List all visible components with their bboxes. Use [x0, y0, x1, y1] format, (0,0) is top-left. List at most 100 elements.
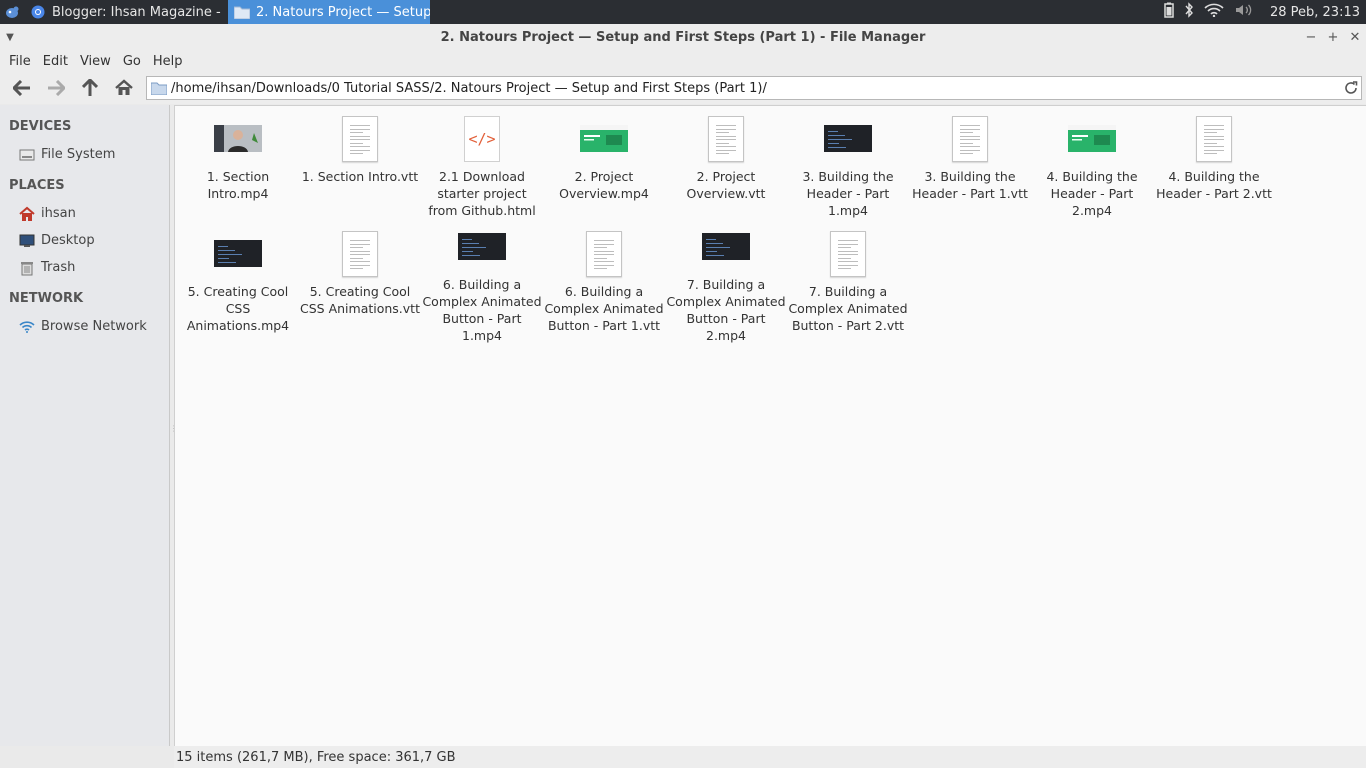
status-text: 15 items (261,7 MB), Free space: 361,7 G…	[176, 749, 456, 765]
file-item[interactable]: 7. Building a Complex Animated Button - …	[787, 229, 909, 344]
taskbar-item-file-manager[interactable]: 2. Natours Project — Setup a...	[228, 0, 430, 24]
drive-icon	[18, 147, 36, 163]
volume-icon[interactable]	[1234, 3, 1254, 21]
status-bar: 15 items (261,7 MB), Free space: 361,7 G…	[174, 746, 1366, 768]
reload-icon[interactable]	[1341, 78, 1361, 98]
file-view[interactable]: 1. Section Intro.mp4 1. Section Intro.vtt…	[174, 105, 1366, 746]
sidebar-heading-network: NETWORK	[9, 290, 84, 306]
top-panel: Blogger: Ihsan Magazine - E... 2. Natour…	[0, 0, 1366, 24]
file-grid: 1. Section Intro.mp4 1. Section Intro.vtt…	[177, 114, 1277, 344]
location-bar[interactable]	[146, 76, 1362, 100]
up-button[interactable]	[74, 74, 106, 102]
file-name: 4. Building the Header - Part 2.vtt	[1156, 169, 1272, 201]
file-item[interactable]: 5. Creating Cool CSS Animations.mp4	[177, 229, 299, 344]
file-name: 5. Creating Cool CSS Animations.mp4	[186, 284, 290, 333]
file-name: 1. Section Intro.mp4	[206, 169, 270, 201]
sidebar-item-label: File System	[41, 147, 116, 162]
sidebar-item-label: Browse Network	[41, 319, 147, 334]
text-file-icon	[342, 114, 378, 162]
file-name: 2.1 Download starter project from Github…	[428, 169, 536, 218]
battery-icon[interactable]	[1164, 2, 1174, 22]
folder-location-icon	[151, 82, 167, 95]
file-name: 2. Project Overview.mp4	[559, 169, 649, 201]
bluetooth-icon[interactable]	[1184, 2, 1194, 22]
sidebar-item-label: Trash	[41, 260, 76, 275]
file-name: 6. Building a Complex Animated Button - …	[544, 284, 664, 333]
system-tray: 28 Peb, 23:13	[1164, 0, 1366, 24]
taskbar-item-label: Blogger: Ihsan Magazine - E...	[52, 4, 226, 20]
minimize-button[interactable]: −	[1302, 26, 1320, 48]
xfce-mouse-icon	[6, 6, 19, 18]
text-file-icon	[952, 114, 988, 162]
file-item[interactable]: 7. Building a Complex Animated Button - …	[665, 229, 787, 344]
file-item[interactable]: 2. Project Overview.mp4	[543, 114, 665, 229]
video-thumbnail-icon	[824, 114, 872, 162]
desktop-icon	[18, 233, 36, 249]
file-name: 5. Creating Cool CSS Animations.vtt	[300, 284, 420, 316]
menu-file[interactable]: File	[3, 54, 37, 69]
app-menu-button[interactable]	[0, 0, 24, 24]
menu-help[interactable]: Help	[147, 54, 189, 69]
file-item[interactable]: 1. Section Intro.vtt	[299, 114, 421, 229]
arrow-right-icon	[48, 80, 65, 96]
window-titlebar[interactable]: ▼ 2. Natours Project — Setup and First S…	[0, 24, 1366, 50]
menu-go[interactable]: Go	[117, 54, 147, 69]
maximize-button[interactable]: +	[1324, 26, 1342, 48]
trash-icon	[18, 260, 36, 276]
window-title: 2. Natours Project — Setup and First Ste…	[440, 29, 926, 45]
folder-icon	[234, 4, 250, 20]
menu-view[interactable]: View	[74, 54, 117, 69]
back-button[interactable]	[6, 74, 38, 102]
wifi-icon	[18, 319, 36, 335]
wifi-tray-icon[interactable]	[1204, 3, 1224, 21]
sidebar-heading-devices: DEVICES	[9, 118, 72, 134]
file-item[interactable]: 6. Building a Complex Animated Button - …	[543, 229, 665, 344]
file-name: 3. Building the Header - Part 1.vtt	[912, 169, 1028, 201]
file-item[interactable]: 3. Building the Header - Part 1.vtt	[909, 114, 1031, 229]
file-item[interactable]: 5. Creating Cool CSS Animations.vtt	[299, 229, 421, 344]
text-file-icon	[586, 229, 622, 277]
sidebar-item-trash[interactable]: Trash	[0, 254, 169, 281]
file-item[interactable]: 2. Project Overview.vtt	[665, 114, 787, 229]
close-button[interactable]: ✕	[1346, 26, 1364, 48]
home-icon	[18, 206, 36, 222]
file-name: 6. Building a Complex Animated Button - …	[422, 277, 542, 343]
file-item[interactable]: </> 2.1 Download starter project from Git…	[421, 114, 543, 229]
taskbar-item-label: 2. Natours Project — Setup a...	[256, 4, 430, 20]
arrow-up-icon	[82, 79, 98, 96]
file-name: 1. Section Intro.vtt	[301, 169, 419, 184]
menu-edit[interactable]: Edit	[37, 54, 74, 69]
text-file-icon	[342, 229, 378, 277]
file-name: 3. Building the Header - Part 1.mp4	[802, 169, 894, 218]
chrome-icon	[30, 4, 46, 20]
home-toolbar-icon	[115, 79, 133, 95]
taskbar-item-browser[interactable]: Blogger: Ihsan Magazine - E...	[24, 0, 226, 24]
arrow-left-icon	[13, 80, 30, 96]
video-thumbnail-icon	[458, 229, 506, 270]
video-thumbnail-icon	[214, 229, 262, 277]
video-thumbnail-icon	[580, 114, 628, 162]
clock[interactable]: 28 Peb, 23:13	[1270, 5, 1360, 20]
file-item[interactable]: 4. Building the Header - Part 2.vtt	[1153, 114, 1275, 229]
sidebar-item-browse-network[interactable]: Browse Network	[0, 313, 169, 340]
home-button[interactable]	[108, 74, 140, 102]
sidebar-item-label: Desktop	[41, 233, 95, 248]
sidebar: DEVICES File System PLACES ihsan Desktop	[0, 105, 170, 746]
file-item[interactable]: 1. Section Intro.mp4	[177, 114, 299, 229]
window-menu-button[interactable]: ▼	[0, 24, 20, 50]
file-item[interactable]: 6. Building a Complex Animated Button - …	[421, 229, 543, 344]
sidebar-item-ihsan[interactable]: ihsan	[0, 200, 169, 227]
location-input[interactable]	[171, 80, 1341, 96]
file-item[interactable]: 4. Building the Header - Part 2.mp4	[1031, 114, 1153, 229]
toolbar	[0, 72, 1366, 104]
sidebar-item-desktop[interactable]: Desktop	[0, 227, 169, 254]
video-thumbnail-icon	[702, 229, 750, 270]
text-file-icon	[1196, 114, 1232, 162]
file-item[interactable]: 3. Building the Header - Part 1.mp4	[787, 114, 909, 229]
sidebar-item-file-system[interactable]: File System	[0, 141, 169, 168]
file-name: 4. Building the Header - Part 2.mp4	[1046, 169, 1138, 218]
video-thumbnail-icon	[214, 114, 262, 162]
forward-button[interactable]	[40, 74, 72, 102]
menubar: File Edit View Go Help	[0, 50, 1366, 72]
file-name: 7. Building a Complex Animated Button - …	[666, 277, 786, 343]
